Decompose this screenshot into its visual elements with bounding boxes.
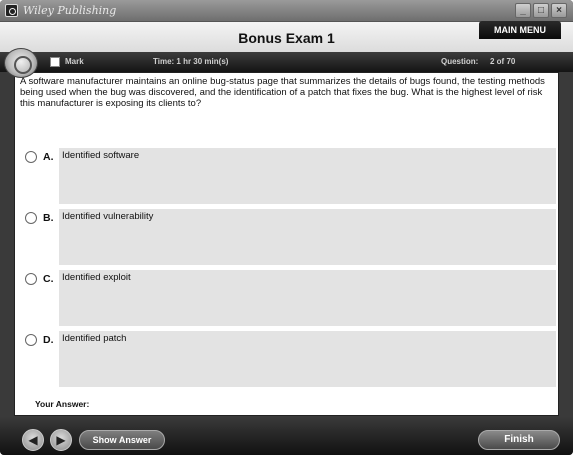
show-answer-button[interactable]: Show Answer	[79, 430, 165, 450]
maximize-button[interactable]: □	[533, 3, 549, 18]
question-counter: 2 of 70	[490, 57, 516, 66]
radio-button[interactable]	[25, 273, 37, 285]
option-text: Identified patch	[62, 333, 127, 344]
radio-button[interactable]	[25, 334, 37, 346]
option-text: Identified software	[62, 150, 140, 161]
radio-button[interactable]	[25, 212, 37, 224]
main-menu-button[interactable]: MAIN MENU	[479, 21, 561, 39]
option-text: Identified exploit	[62, 272, 131, 283]
time-remaining: Time: 1 hr 30 min(s)	[153, 57, 229, 66]
option-box[interactable]: Identified exploit	[59, 270, 556, 326]
option-box[interactable]: Identified patch	[59, 331, 556, 387]
option-text: Identified vulnerability	[62, 211, 154, 222]
exam-window: Wiley Publishing _ □ × Bonus Exam 1 MAIN…	[0, 0, 573, 455]
answer-option-b[interactable]: B. Identified vulnerability	[15, 209, 560, 265]
close-button[interactable]: ×	[551, 3, 567, 18]
app-icon	[5, 4, 18, 17]
window-title: Wiley Publishing	[23, 4, 117, 17]
arrow-right-icon: ▶	[56, 433, 66, 447]
next-button[interactable]: ▶	[50, 429, 72, 451]
option-letter: B.	[43, 212, 54, 224]
option-box[interactable]: Identified vulnerability	[59, 209, 556, 265]
your-answer-label: Your Answer:	[35, 399, 90, 409]
option-letter: C.	[43, 273, 54, 285]
window-controls: _ □ ×	[515, 3, 567, 18]
previous-button[interactable]: ◀	[22, 429, 44, 451]
exam-logo-icon	[4, 48, 38, 78]
option-letter: A.	[43, 151, 54, 163]
option-letter: D.	[43, 334, 54, 346]
footer-bar: ◀ ▶ Show Answer Finish	[0, 417, 573, 455]
answer-option-d[interactable]: D. Identified patch	[15, 331, 560, 387]
arrow-left-icon: ◀	[28, 433, 38, 447]
title-bar: Wiley Publishing _ □ ×	[0, 0, 573, 22]
answer-option-c[interactable]: C. Identified exploit	[15, 270, 560, 326]
mark-checkbox[interactable]	[50, 57, 60, 67]
answer-option-a[interactable]: A. Identified software	[15, 148, 560, 204]
finish-button[interactable]: Finish	[478, 430, 560, 450]
option-box[interactable]: Identified software	[59, 148, 556, 204]
status-bar: Mark Time: 1 hr 30 min(s) Question: 2 of…	[0, 52, 573, 72]
mark-label: Mark	[65, 57, 84, 66]
minimize-button[interactable]: _	[515, 3, 531, 18]
question-text: A software manufacturer maintains an onl…	[20, 76, 545, 109]
question-panel: A software manufacturer maintains an onl…	[14, 72, 559, 416]
radio-button[interactable]	[25, 151, 37, 163]
question-label: Question:	[441, 57, 479, 66]
